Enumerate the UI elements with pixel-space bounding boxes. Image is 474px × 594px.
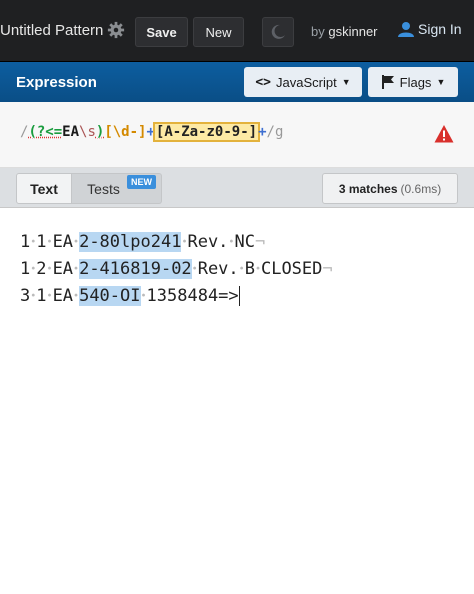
line-token: 1 [20, 259, 31, 279]
new-button[interactable]: New [193, 17, 244, 47]
flag-icon [381, 75, 394, 89]
chevron-down-icon: ▼ [341, 77, 351, 87]
regex-input[interactable]: / (?<= EA \s ) [\d-] + [A-Za-z0-9-] + / … [20, 122, 284, 142]
warning-icon[interactable] [434, 124, 454, 144]
line-token: 1358484=> [146, 286, 239, 306]
regex-open-slash: / [20, 124, 29, 140]
line-end-marker: ¬ [322, 259, 333, 279]
pattern-title-group[interactable]: Untitled Pattern [0, 21, 125, 39]
chevron-down-icon: ▼ [436, 77, 446, 87]
expression-header: Expression <> JavaScript ▼ Flags ▼ [0, 62, 474, 102]
regex-lookbehind-close: ) [95, 124, 105, 140]
line-token: EA [52, 232, 74, 252]
new-badge: NEW [127, 175, 156, 189]
test-text-area[interactable]: 1•1•EA•2-80lpo241•Rev.•NC¬ 1•2•EA•2-4168… [0, 208, 474, 594]
regex-literal: EA [62, 124, 80, 140]
sign-in-label: Sign In [418, 21, 462, 37]
author-byline: by gskinner [311, 24, 378, 39]
regex-charset-2: [A-Za-z0-9-] [152, 122, 261, 142]
line-token: EA [52, 286, 74, 306]
language-dropdown[interactable]: <> JavaScript ▼ [244, 67, 362, 97]
line-token: 1 [36, 286, 47, 306]
moon-icon [271, 24, 285, 39]
tab-text[interactable]: Text [16, 173, 72, 204]
line-end-marker: ¬ [254, 232, 266, 252]
regex-lookbehind-open: (?<= [28, 124, 63, 140]
line-token: CLOSED [260, 259, 323, 279]
regex-quantifier-1: + [146, 124, 155, 140]
line-token: 1 [20, 232, 31, 252]
regex-close-slash: / [266, 124, 275, 140]
line-token: 1 [36, 232, 47, 252]
line-token: 3 [20, 286, 31, 306]
text-tabs-bar: Text Tests NEW 3 matches (0.6ms) [0, 168, 474, 208]
top-bar: Untitled Pattern Save New by gskinner Si… [0, 0, 474, 62]
line-token: Rev. [197, 259, 239, 279]
line-token: EA [52, 259, 74, 279]
regex-escape: \s [79, 124, 96, 140]
match-time: (0.6ms) [400, 181, 442, 196]
sign-in-button[interactable]: Sign In [398, 21, 462, 37]
match-highlight: 540-OI [79, 286, 141, 306]
match-count-badge: 3 matches (0.6ms) [322, 173, 458, 204]
match-highlight: 2-80lpo241 [79, 232, 182, 252]
line-token: NC [234, 232, 255, 252]
regex-quantifier-2: + [258, 124, 267, 140]
line-token: Rev. [187, 232, 229, 252]
expression-editor[interactable]: / (?<= EA \s ) [\d-] + [A-Za-z0-9-] + / … [0, 102, 474, 168]
save-button[interactable]: Save [135, 17, 188, 47]
text-line: 3•1•EA•540-OI•1358484=> [20, 286, 240, 306]
pattern-title[interactable]: Untitled Pattern [0, 22, 103, 39]
by-prefix: by [311, 24, 325, 39]
match-count: 3 matches [338, 181, 398, 196]
flags-label: Flags [399, 74, 432, 90]
user-icon [398, 22, 414, 37]
gear-icon[interactable] [107, 21, 125, 39]
regex-flags: g [274, 124, 284, 140]
match-highlight: 2-416819-02 [79, 259, 192, 279]
flags-dropdown[interactable]: Flags ▼ [368, 67, 458, 97]
text-line: 1•2•EA•2-416819-02•Rev.•B•CLOSED¬ [20, 259, 333, 279]
code-icon: <> [255, 74, 272, 90]
theme-toggle-button[interactable] [262, 17, 294, 47]
regex-charset-1: [\d-] [104, 124, 147, 140]
tests-label: Tests [87, 180, 120, 197]
language-label: JavaScript [276, 74, 337, 90]
line-token: 2 [36, 259, 47, 279]
text-caret [238, 286, 240, 306]
author-name[interactable]: gskinner [328, 24, 377, 39]
expression-label: Expression [16, 74, 97, 91]
text-line: 1•1•EA•2-80lpo241•Rev.•NC¬ [20, 232, 265, 252]
line-token: B [244, 259, 255, 279]
